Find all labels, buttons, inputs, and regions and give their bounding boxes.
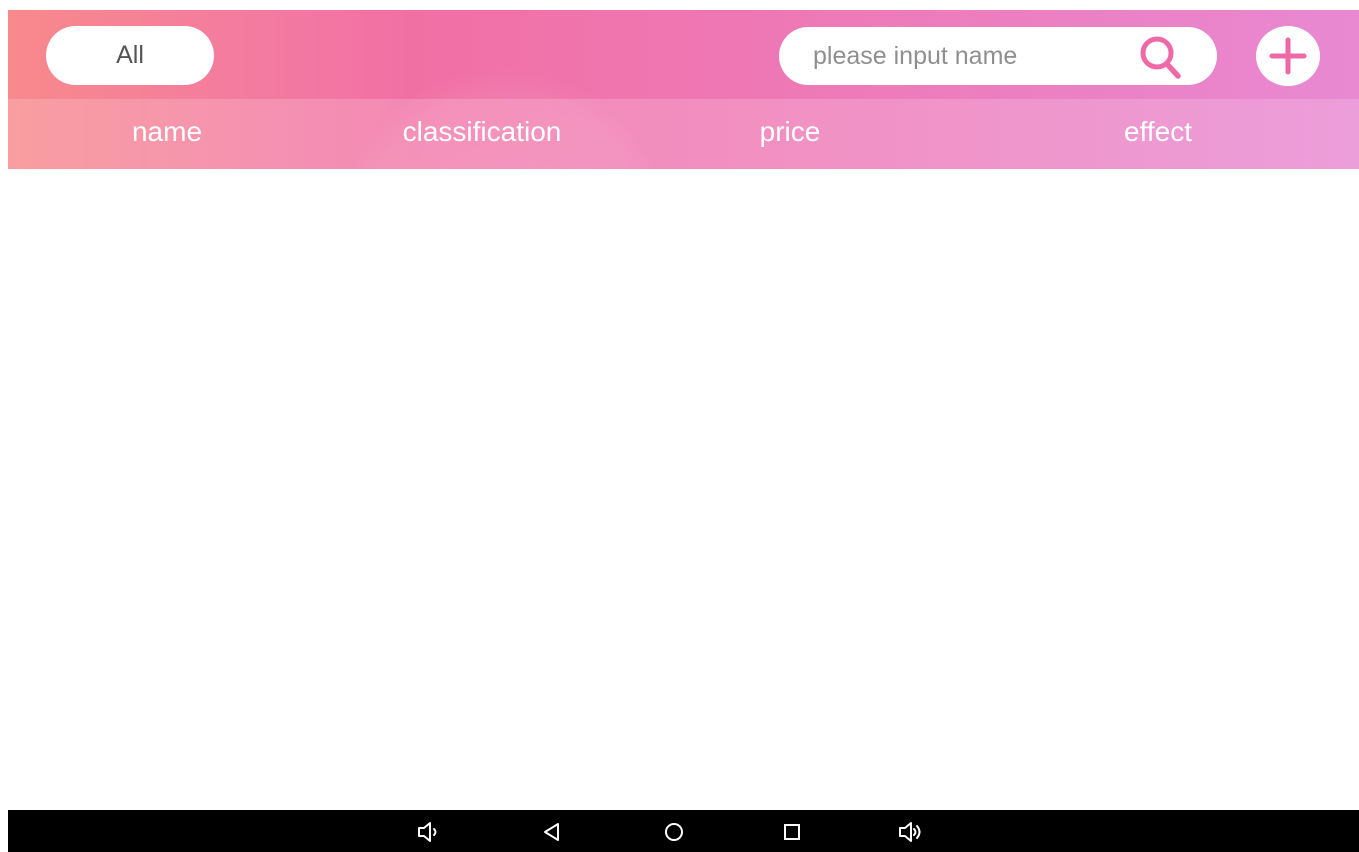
app-screen: All name classification price effect: [0, 0, 1359, 852]
system-nav-bar: [8, 810, 1359, 852]
volume-up-icon[interactable]: [898, 819, 924, 845]
top-bar: All: [8, 10, 1359, 99]
plus-icon: [1269, 37, 1307, 75]
home-icon[interactable]: [661, 819, 687, 845]
header: All name classification price effect: [8, 10, 1359, 169]
column-header-effect: effect: [1124, 116, 1192, 147]
column-header-price: price: [759, 116, 821, 147]
recent-apps-icon[interactable]: [779, 819, 805, 845]
search-box: [779, 27, 1217, 85]
column-header-classification: classification: [402, 116, 562, 147]
search-input[interactable]: [813, 27, 1133, 85]
table-body[interactable]: [8, 169, 1359, 810]
filter-all-button[interactable]: All: [46, 26, 214, 85]
add-button[interactable]: [1256, 26, 1320, 86]
volume-down-icon[interactable]: [416, 819, 442, 845]
back-icon[interactable]: [539, 819, 565, 845]
filter-all-label: All: [116, 41, 144, 69]
search-icon[interactable]: [1135, 33, 1187, 81]
column-header-name: name: [131, 116, 203, 147]
table-header: name classification price effect: [8, 99, 1359, 169]
